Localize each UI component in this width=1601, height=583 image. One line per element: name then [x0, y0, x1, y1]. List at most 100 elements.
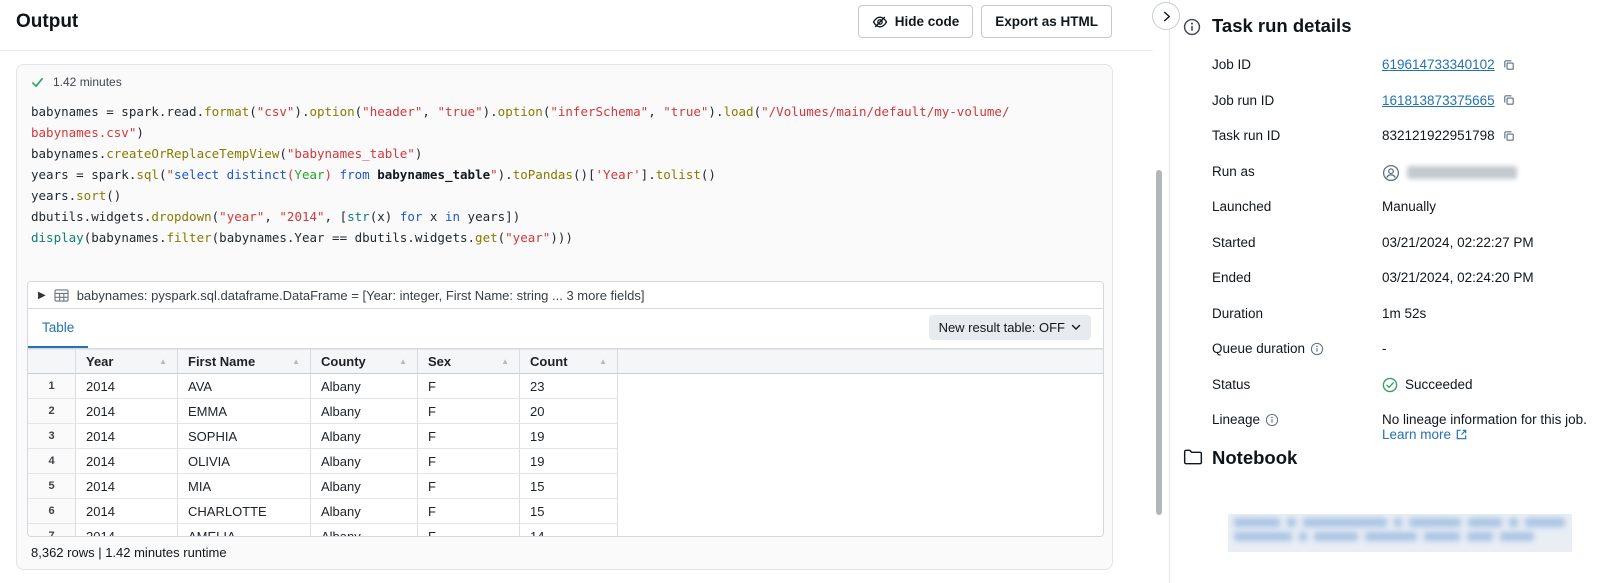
row-filler: [618, 374, 1103, 399]
table-cell: F: [418, 449, 520, 474]
table-cell: F: [418, 399, 520, 424]
detail-label: Task run ID: [1212, 128, 1382, 143]
table-cell: 15: [520, 499, 618, 524]
row-number: 7: [28, 524, 76, 537]
table-row: 22014EMMAAlbanyF20: [28, 399, 1103, 424]
row-number: 5: [28, 474, 76, 499]
id-link[interactable]: 619614733340102: [1382, 57, 1495, 72]
detail-value: 03/21/2024, 02:22:27 PM: [1382, 235, 1534, 250]
redacted-text-blob: [1525, 518, 1565, 527]
table-row: 12014AVAAlbanyF23: [28, 374, 1103, 399]
learn-more-link[interactable]: Learn more: [1382, 427, 1468, 442]
hide-code-button[interactable]: Hide code: [858, 5, 974, 38]
table-cell: 19: [520, 424, 618, 449]
detail-label: Ended: [1212, 270, 1382, 285]
dataframe-summary-row[interactable]: ▶ babynames: pyspark.sql.dataframe.DataF…: [28, 282, 1103, 309]
redacted-text-blob: [1409, 518, 1461, 527]
info-icon[interactable]: [1265, 413, 1279, 427]
redacted-text-blob: [1234, 518, 1280, 527]
table-row: 72014AMELIAAlbanyF14: [28, 524, 1103, 537]
row-filler: [618, 499, 1103, 524]
notebook-path-redacted[interactable]: [1228, 514, 1572, 552]
row-filler: [618, 424, 1103, 449]
code-block[interactable]: babynames = spark.read.format("csv").opt…: [31, 101, 1101, 248]
code-line: babynames.csv"): [31, 122, 1101, 143]
code-line: years.sort(): [31, 185, 1101, 206]
page-title: Output: [16, 11, 78, 33]
table-cell: Albany: [311, 374, 418, 399]
sort-arrow-icon[interactable]: ▲: [286, 357, 300, 366]
column-header-sex[interactable]: Sex▲: [418, 349, 520, 374]
detail-value-wrap: -: [1382, 341, 1387, 356]
sort-arrow-icon[interactable]: ▲: [495, 357, 509, 366]
copy-icon[interactable]: [1502, 129, 1516, 143]
external-link-icon: [1455, 428, 1468, 441]
detail-label: Status: [1212, 377, 1382, 392]
vertical-scrollbar-thumb[interactable]: [1156, 170, 1162, 515]
table-cell: 19: [520, 449, 618, 474]
table-row: 62014CHARLOTTEAlbanyF15: [28, 499, 1103, 524]
column-header-county[interactable]: County ▲: [311, 349, 418, 374]
detail-value-wrap: 619614733340102: [1382, 57, 1516, 72]
tab-table[interactable]: Table: [28, 309, 88, 348]
column-label: County: [321, 354, 366, 369]
chevron-right-icon: [1161, 11, 1172, 22]
info-icon[interactable]: [1183, 18, 1201, 36]
detail-row-queue-duration: Queue duration-: [1212, 332, 1592, 368]
result-box: ▶ babynames: pyspark.sql.dataframe.DataF…: [27, 281, 1104, 537]
hide-code-label: Hide code: [895, 14, 960, 29]
detail-row-status: StatusSucceeded: [1212, 368, 1592, 404]
id-link[interactable]: 161813873375665: [1382, 93, 1495, 108]
notebook-section-title: Notebook: [1212, 447, 1297, 469]
column-header-first-name[interactable]: First Name▲: [178, 349, 311, 374]
detail-row-run-as: Run as: [1212, 155, 1592, 191]
code-line: babynames = spark.read.format("csv").opt…: [31, 101, 1101, 122]
sort-arrow-icon[interactable]: ▲: [393, 357, 407, 366]
table-cell: Albany: [311, 499, 418, 524]
row-filler: [618, 399, 1103, 424]
row-filler: [618, 449, 1103, 474]
detail-row-task-run-id: Task run ID832121922951798: [1212, 119, 1592, 155]
sort-arrow-icon[interactable]: ▲: [593, 357, 607, 366]
column-header-count[interactable]: Count▲: [520, 349, 618, 374]
cell-status-row: 1.42 minutes: [31, 75, 122, 89]
task-run-details-panel: Task run details Job ID619614733340102Jo…: [1170, 0, 1601, 583]
table-cell: 15: [520, 474, 618, 499]
table-cell: 23: [520, 374, 618, 399]
table-cell: Albany: [311, 424, 418, 449]
row-number: 4: [28, 449, 76, 474]
table-cell: Albany: [311, 399, 418, 424]
new-result-table-label: New result table: OFF: [939, 320, 1065, 335]
disclosure-triangle-icon[interactable]: ▶: [38, 290, 46, 301]
table-cell: 2014: [76, 399, 178, 424]
collapse-panel-button[interactable]: [1152, 2, 1180, 30]
copy-icon[interactable]: [1502, 58, 1516, 72]
info-icon[interactable]: [1310, 342, 1324, 356]
table-cell: Albany: [311, 474, 418, 499]
row-number-header: [28, 349, 76, 374]
table-cell: F: [418, 374, 520, 399]
column-header-year[interactable]: Year▲: [76, 349, 178, 374]
code-line: dbutils.widgets.dropdown("year", "2014",…: [31, 206, 1101, 227]
table-cell: 2014: [76, 499, 178, 524]
table-cell: Albany: [311, 524, 418, 537]
redacted-text-blob: [1299, 532, 1307, 541]
detail-row-job-run-id: Job run ID161813873375665: [1212, 84, 1592, 120]
detail-value-wrap: Succeeded: [1382, 377, 1473, 393]
sort-arrow-icon[interactable]: ▲: [153, 357, 167, 366]
header-filler: [618, 349, 1103, 374]
table-cell: F: [418, 474, 520, 499]
copy-icon[interactable]: [1502, 93, 1516, 107]
row-number: 3: [28, 424, 76, 449]
table-cell: 2014: [76, 424, 178, 449]
row-filler: [618, 474, 1103, 499]
export-html-button[interactable]: Export as HTML: [981, 5, 1112, 38]
detail-value-wrap: [1382, 164, 1517, 182]
detail-value-wrap: 161813873375665: [1382, 93, 1516, 108]
new-result-table-toggle[interactable]: New result table: OFF: [929, 315, 1091, 340]
row-number: 2: [28, 399, 76, 424]
dataframe-icon: [54, 289, 69, 302]
user-avatar-icon: [1382, 164, 1400, 182]
table-cell: 2014: [76, 449, 178, 474]
detail-label: Duration: [1212, 306, 1382, 321]
